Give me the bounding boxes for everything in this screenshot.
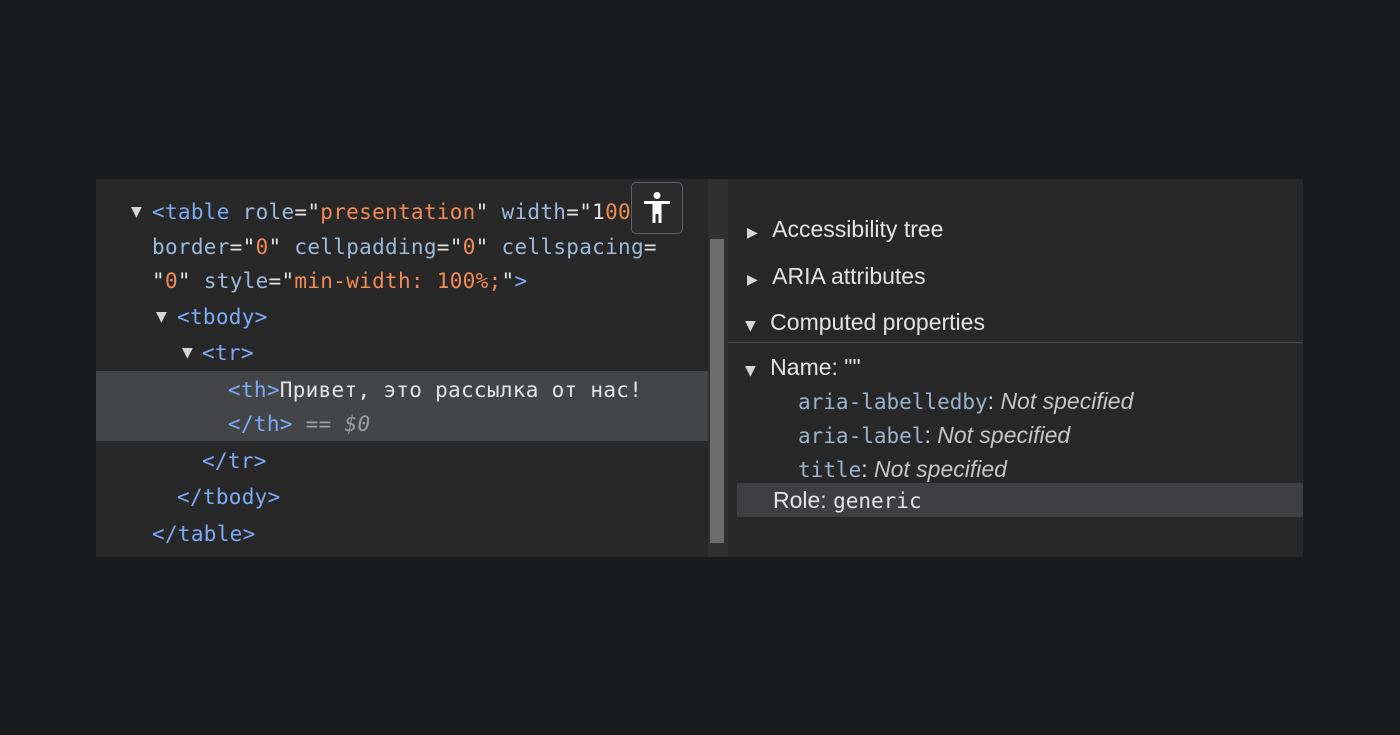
section-label: ARIA attributes: [772, 263, 926, 289]
tr-tag-name: <tr>: [202, 341, 254, 365]
prop-separator: :: [861, 456, 874, 482]
attr-cellspacing: cellspacing: [501, 235, 644, 259]
th-close-tag-name: </th>: [228, 412, 293, 436]
elements-scrollbar-thumb[interactable]: [710, 239, 724, 543]
attr-cellpadding-value: 0: [462, 235, 476, 259]
tr-open-tag[interactable]: <tr>: [202, 336, 254, 370]
prop-value: Not specified: [1000, 388, 1134, 414]
computed-name-row[interactable]: ▼ Name: "": [745, 350, 861, 384]
th-text-content: Привет, это рассылка от нас!: [279, 378, 643, 402]
th-open-tag[interactable]: <th>Привет, это рассылка от нас!: [228, 373, 642, 407]
tr-close-tag-name: </tr>: [202, 449, 267, 473]
attr-quote: ": [475, 200, 489, 224]
attr-cellspacing-value: 0: [164, 269, 178, 293]
table-open-tag-line-3[interactable]: "0" style="min-width: 100%;">: [152, 264, 527, 298]
attr-eq: =": [268, 269, 295, 293]
computed-name-label: Name: "": [770, 354, 861, 380]
attr-style-value: min-width: 100%;: [294, 269, 502, 293]
prop-separator: :: [924, 422, 938, 448]
prop-separator: :: [987, 388, 1001, 414]
accessibility-icon: [644, 192, 670, 223]
attr-eq: =": [229, 235, 256, 259]
attr-cellpadding: cellpadding: [294, 235, 437, 259]
prop-key: aria-labelledby: [798, 390, 988, 414]
attr-role-value: presentation: [320, 200, 476, 224]
collapsed-arrow-icon: ▶: [747, 272, 758, 288]
elements-tree: ▼ <table role="presentation" width="100%…: [96, 179, 708, 557]
prop-value: Not specified: [937, 422, 1071, 448]
section-label: Computed properties: [770, 309, 985, 335]
table-tag-name: <table: [152, 200, 230, 224]
tbody-close-tag[interactable]: </tbody>: [177, 480, 281, 514]
tr-close-tag[interactable]: </tr>: [202, 444, 267, 478]
role-value: generic: [833, 489, 922, 513]
prop-key: title: [798, 458, 862, 482]
tbody-close-tag-name: </tbody>: [177, 485, 281, 509]
table-close-tag-name: </table>: [152, 522, 256, 546]
attr-quote: ": [475, 235, 489, 259]
section-computed-properties[interactable]: ▼ Computed properties: [745, 305, 985, 339]
computed-role-row[interactable]: Role: generic: [773, 483, 922, 517]
table-expand-arrow-icon[interactable]: ▼: [131, 195, 142, 229]
section-label: Accessibility tree: [772, 216, 944, 242]
attr-quote: ": [177, 269, 191, 293]
prop-title: title: Not specified: [798, 452, 1007, 486]
attr-eq: =: [643, 235, 657, 259]
tbody-expand-arrow-icon[interactable]: ▼: [156, 300, 167, 334]
accessibility-button[interactable]: [631, 182, 683, 234]
prop-aria-labelledby: aria-labelledby: Not specified: [798, 384, 1133, 418]
tbody-tag-name: <tbody>: [177, 305, 268, 329]
prop-value: Not specified: [874, 456, 1007, 482]
attr-eq: =": [436, 235, 463, 259]
th-close-tag[interactable]: </th> == $0: [228, 407, 370, 441]
attr-role: role: [242, 200, 295, 224]
tbody-open-tag[interactable]: <tbody>: [177, 300, 268, 334]
accessibility-pane: ▶ Accessibility tree ▶ ARIA attributes ▼…: [728, 179, 1303, 557]
section-aria-attributes[interactable]: ▶ ARIA attributes: [747, 259, 926, 293]
attr-border-value: 0: [255, 235, 269, 259]
table-tag-close-bracket: >: [514, 269, 528, 293]
role-label: Role:: [773, 487, 834, 513]
attr-quote: ": [501, 269, 515, 293]
th-tag-name: <th>: [228, 378, 280, 402]
prop-aria-label: aria-label: Not specified: [798, 418, 1070, 452]
collapsed-arrow-icon: ▶: [747, 225, 758, 241]
table-open-tag-line-2[interactable]: border="0" cellpadding="0" cellspacing=: [152, 230, 657, 264]
section-accessibility-tree[interactable]: ▶ Accessibility tree: [747, 212, 943, 246]
attr-quote: ": [152, 269, 165, 293]
attr-quote: ": [268, 235, 282, 259]
table-close-tag[interactable]: </table>: [152, 517, 256, 551]
attr-border: border: [152, 235, 230, 259]
attr-eq: =": [294, 200, 321, 224]
devtools-panel: ▼ <table role="presentation" width="100%…: [96, 179, 1303, 557]
prop-key: aria-label: [798, 424, 925, 448]
table-open-tag-line-1[interactable]: <table role="presentation" width="100%": [152, 195, 657, 229]
section-divider: [728, 342, 1303, 343]
attr-width: width: [501, 200, 567, 224]
console-reference: == $0: [305, 412, 371, 436]
expanded-arrow-icon: ▼: [745, 318, 756, 334]
attr-style: style: [203, 269, 269, 293]
expanded-arrow-icon: ▼: [745, 363, 756, 379]
attr-eq: ="1: [566, 200, 606, 224]
tr-expand-arrow-icon[interactable]: ▼: [182, 336, 193, 370]
